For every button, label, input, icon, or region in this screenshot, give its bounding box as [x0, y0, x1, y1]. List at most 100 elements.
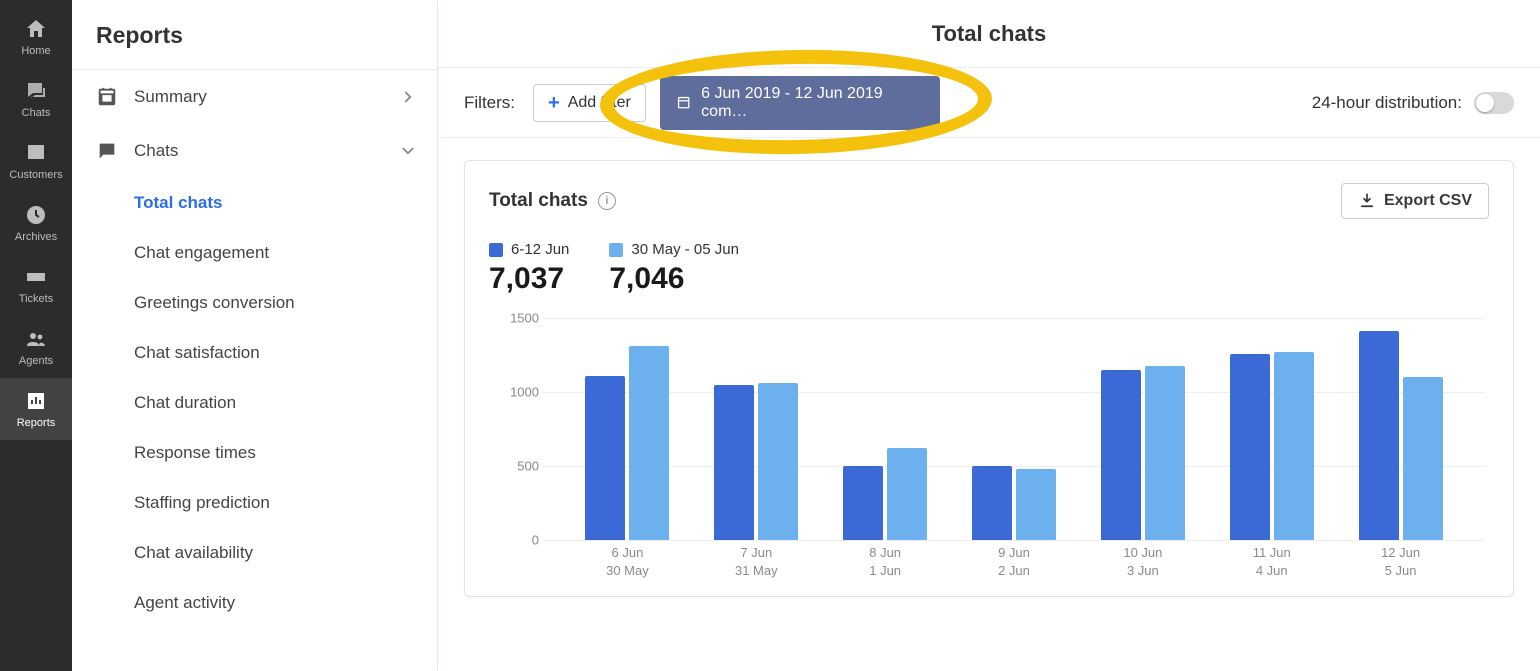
distribution-toggle[interactable]	[1474, 92, 1514, 114]
chevron-down-icon	[399, 142, 417, 160]
filters-bar: Filters: + Add filter 6 Jun 2019 - 12 Ju…	[438, 68, 1540, 138]
legend-swatch	[609, 243, 623, 257]
chevron-right-icon	[399, 88, 417, 106]
bar[interactable]	[585, 376, 625, 540]
nav-label: Tickets	[19, 293, 53, 305]
add-filter-button[interactable]: + Add filter	[533, 84, 646, 122]
sidebar-title: Reports	[72, 22, 437, 69]
y-tick: 500	[495, 458, 539, 473]
page-title: Total chats	[438, 0, 1540, 68]
bar-group	[1336, 318, 1465, 540]
chart-legend: 6-12 Jun 7,037 30 May - 05 Jun 7,046	[489, 241, 1489, 296]
x-label: 12 Jun5 Jun	[1336, 544, 1465, 580]
card-title: Total chats	[489, 190, 588, 212]
nav-label: Reports	[17, 417, 56, 429]
sidebar-item-chat-duration[interactable]: Chat duration	[134, 378, 437, 428]
bar[interactable]	[1145, 366, 1185, 540]
legend-block: 6-12 Jun 7,037	[489, 241, 569, 296]
bar[interactable]	[629, 346, 669, 540]
date-chip-label: 6 Jun 2019 - 12 Jun 2019 com…	[701, 85, 924, 121]
bar[interactable]	[1016, 469, 1056, 540]
sidebar-item-chat-satisfaction[interactable]: Chat satisfaction	[134, 328, 437, 378]
nav-label: Chats	[22, 107, 51, 119]
main: Total chats Filters: + Add filter 6 Jun …	[438, 0, 1540, 671]
nav-reports[interactable]: Reports	[0, 378, 72, 440]
add-filter-label: Add filter	[568, 94, 631, 112]
nav-customers[interactable]: Customers	[0, 130, 72, 192]
agents-icon	[24, 327, 48, 351]
calendar-small-icon	[676, 95, 691, 111]
bar[interactable]	[1101, 370, 1141, 540]
bar[interactable]	[1359, 331, 1399, 540]
y-tick: 1500	[495, 311, 539, 326]
bar[interactable]	[714, 385, 754, 540]
clock-icon	[24, 203, 48, 227]
sidebar-subitems: Total chatsChat engagementGreetings conv…	[72, 178, 437, 628]
filters-label: Filters:	[464, 93, 515, 113]
bar-groups	[543, 318, 1485, 540]
sidebar-item-staffing-prediction[interactable]: Staffing prediction	[134, 478, 437, 528]
bar[interactable]	[1230, 354, 1270, 540]
bar-group	[1207, 318, 1336, 540]
sidebar-item-agent-activity[interactable]: Agent activity	[134, 578, 437, 628]
nav-agents[interactable]: Agents	[0, 316, 72, 378]
sidebar-item-response-times[interactable]: Response times	[134, 428, 437, 478]
export-label: Export CSV	[1384, 192, 1472, 210]
download-icon	[1358, 192, 1376, 210]
plus-icon: +	[548, 93, 560, 113]
legend-swatch	[489, 243, 503, 257]
sidebar-item-total-chats[interactable]: Total chats	[134, 178, 437, 228]
nav-home[interactable]: Home	[0, 6, 72, 68]
nav-label: Agents	[19, 355, 53, 367]
y-tick: 0	[495, 533, 539, 548]
export-csv-button[interactable]: Export CSV	[1341, 183, 1489, 219]
nav-label: Home	[21, 45, 50, 57]
ticket-icon	[24, 265, 48, 289]
sidebar-label: Chats	[134, 141, 178, 161]
sidebar-item-chat-availability[interactable]: Chat availability	[134, 528, 437, 578]
sidebar-item-greetings-conversion[interactable]: Greetings conversion	[134, 278, 437, 328]
x-label: 6 Jun30 May	[563, 544, 692, 580]
bar[interactable]	[1403, 377, 1443, 540]
home-icon	[24, 17, 48, 41]
nav-label: Archives	[15, 231, 57, 243]
bar[interactable]	[1274, 352, 1314, 540]
x-label: 7 Jun31 May	[692, 544, 821, 580]
chart: 050010001500 6 Jun30 May7 Jun31 May8 Jun…	[489, 314, 1489, 574]
bar[interactable]	[843, 466, 883, 540]
sidebar-item-chat-engagement[interactable]: Chat engagement	[134, 228, 437, 278]
x-label: 8 Jun1 Jun	[821, 544, 950, 580]
sidebar-row-chats[interactable]: Chats	[72, 124, 437, 178]
gridline	[543, 540, 1485, 541]
distribution-label: 24-hour distribution:	[1312, 93, 1462, 113]
sidebar-label: Summary	[134, 87, 207, 107]
sidebar: Reports Summary Chats Total chatsChat en…	[72, 0, 438, 671]
reports-icon	[24, 389, 48, 413]
sidebar-row-summary[interactable]: Summary	[72, 70, 437, 124]
message-icon	[96, 140, 118, 162]
nav-rail: Home Chats Customers Archives Tickets Ag…	[0, 0, 72, 671]
calendar-icon	[96, 86, 118, 108]
chat-icon	[24, 79, 48, 103]
legend-block: 30 May - 05 Jun 7,046	[609, 241, 739, 296]
nav-tickets[interactable]: Tickets	[0, 254, 72, 316]
legend-label: 6-12 Jun	[511, 241, 569, 258]
bar[interactable]	[758, 383, 798, 540]
legend-value: 7,046	[609, 262, 739, 296]
date-range-chip[interactable]: 6 Jun 2019 - 12 Jun 2019 com…	[660, 76, 940, 130]
nav-archives[interactable]: Archives	[0, 192, 72, 254]
bar[interactable]	[972, 466, 1012, 540]
nav-chats[interactable]: Chats	[0, 68, 72, 130]
bar-group	[950, 318, 1079, 540]
bar-group	[821, 318, 950, 540]
legend-label: 30 May - 05 Jun	[631, 241, 739, 258]
info-icon[interactable]: i	[598, 192, 616, 210]
legend-value: 7,037	[489, 262, 569, 296]
bar[interactable]	[887, 448, 927, 540]
y-tick: 1000	[495, 384, 539, 399]
x-label: 10 Jun3 Jun	[1078, 544, 1207, 580]
x-label: 9 Jun2 Jun	[950, 544, 1079, 580]
nav-label: Customers	[9, 169, 62, 181]
bar-group	[1078, 318, 1207, 540]
customers-icon	[24, 141, 48, 165]
